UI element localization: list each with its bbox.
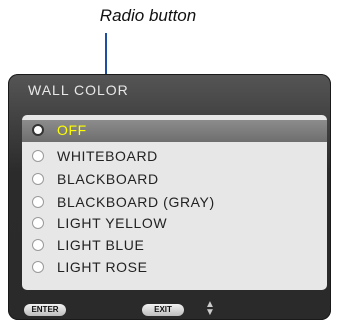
option-label: LIGHT YELLOW bbox=[57, 215, 168, 231]
option-label: WHITEBOARD bbox=[57, 148, 158, 164]
option-light-yellow[interactable]: LIGHT YELLOW bbox=[22, 213, 327, 235]
option-label: OFF bbox=[57, 122, 87, 138]
option-label: BLACKBOARD bbox=[57, 171, 159, 187]
option-off[interactable]: OFF bbox=[22, 120, 327, 142]
option-blackboard-gray[interactable]: BLACKBOARD (GRAY) bbox=[22, 192, 327, 214]
radio-button-icon[interactable] bbox=[32, 217, 44, 229]
radio-button-icon[interactable] bbox=[32, 239, 44, 251]
option-label: BLACKBOARD (GRAY) bbox=[57, 194, 215, 210]
radio-button-icon[interactable] bbox=[32, 124, 44, 136]
option-light-rose[interactable]: LIGHT ROSE bbox=[22, 257, 327, 279]
radio-button-icon[interactable] bbox=[32, 173, 44, 185]
up-down-arrows-icon: ▲ ▼ bbox=[205, 299, 215, 318]
dialog-footer: ENTER EXIT ▲ ▼ bbox=[8, 298, 331, 320]
enter-key-button[interactable]: ENTER bbox=[24, 304, 66, 316]
dialog-title: WALL COLOR bbox=[28, 82, 129, 98]
option-label: LIGHT BLUE bbox=[57, 237, 145, 253]
exit-key-button[interactable]: EXIT bbox=[142, 304, 184, 316]
option-whiteboard[interactable]: WHITEBOARD bbox=[22, 146, 327, 168]
option-light-blue[interactable]: LIGHT BLUE bbox=[22, 235, 327, 257]
option-blackboard[interactable]: BLACKBOARD bbox=[22, 169, 327, 191]
radio-button-icon[interactable] bbox=[32, 150, 44, 162]
option-label: LIGHT ROSE bbox=[57, 259, 148, 275]
callout-label: Radio button bbox=[99, 6, 197, 25]
radio-button-icon[interactable] bbox=[32, 261, 44, 273]
radio-button-icon[interactable] bbox=[32, 196, 44, 208]
